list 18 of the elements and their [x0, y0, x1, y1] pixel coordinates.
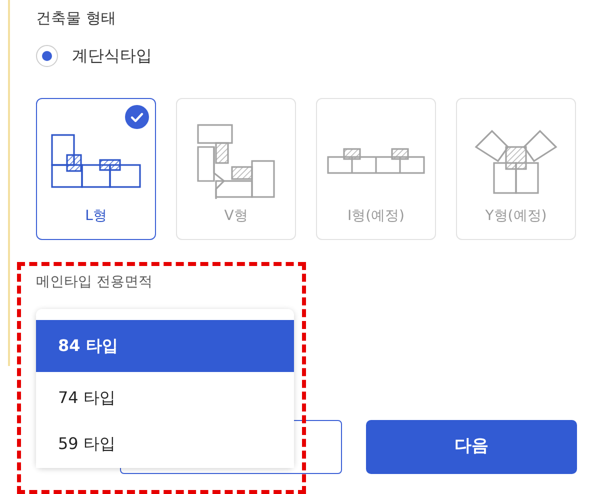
floor-plan-icon: [326, 147, 426, 175]
dropdown-option[interactable]: 74 타입: [36, 372, 294, 424]
dropdown-option[interactable]: 59 타입: [36, 424, 294, 468]
building-type-card[interactable]: L형: [36, 98, 156, 240]
floor-plan-icon: [50, 133, 142, 189]
card-label: I형(예정): [347, 207, 405, 226]
floor-plan-icon: [196, 123, 276, 199]
dropdown-option[interactable]: 84 타입: [36, 320, 294, 372]
section-title: 건축물 형태: [36, 8, 117, 28]
check-icon: [125, 105, 149, 129]
card-label: Y형(예정): [485, 207, 547, 226]
section-title: 메인타입 전용면적: [36, 273, 154, 292]
floor-plan-icon: [474, 127, 558, 195]
card-label: V형: [224, 207, 248, 226]
card-label: L형: [85, 207, 107, 226]
radio-label: 계단식타입: [72, 45, 152, 67]
next-button[interactable]: 다음: [366, 420, 577, 474]
radio-button[interactable]: [36, 45, 58, 67]
